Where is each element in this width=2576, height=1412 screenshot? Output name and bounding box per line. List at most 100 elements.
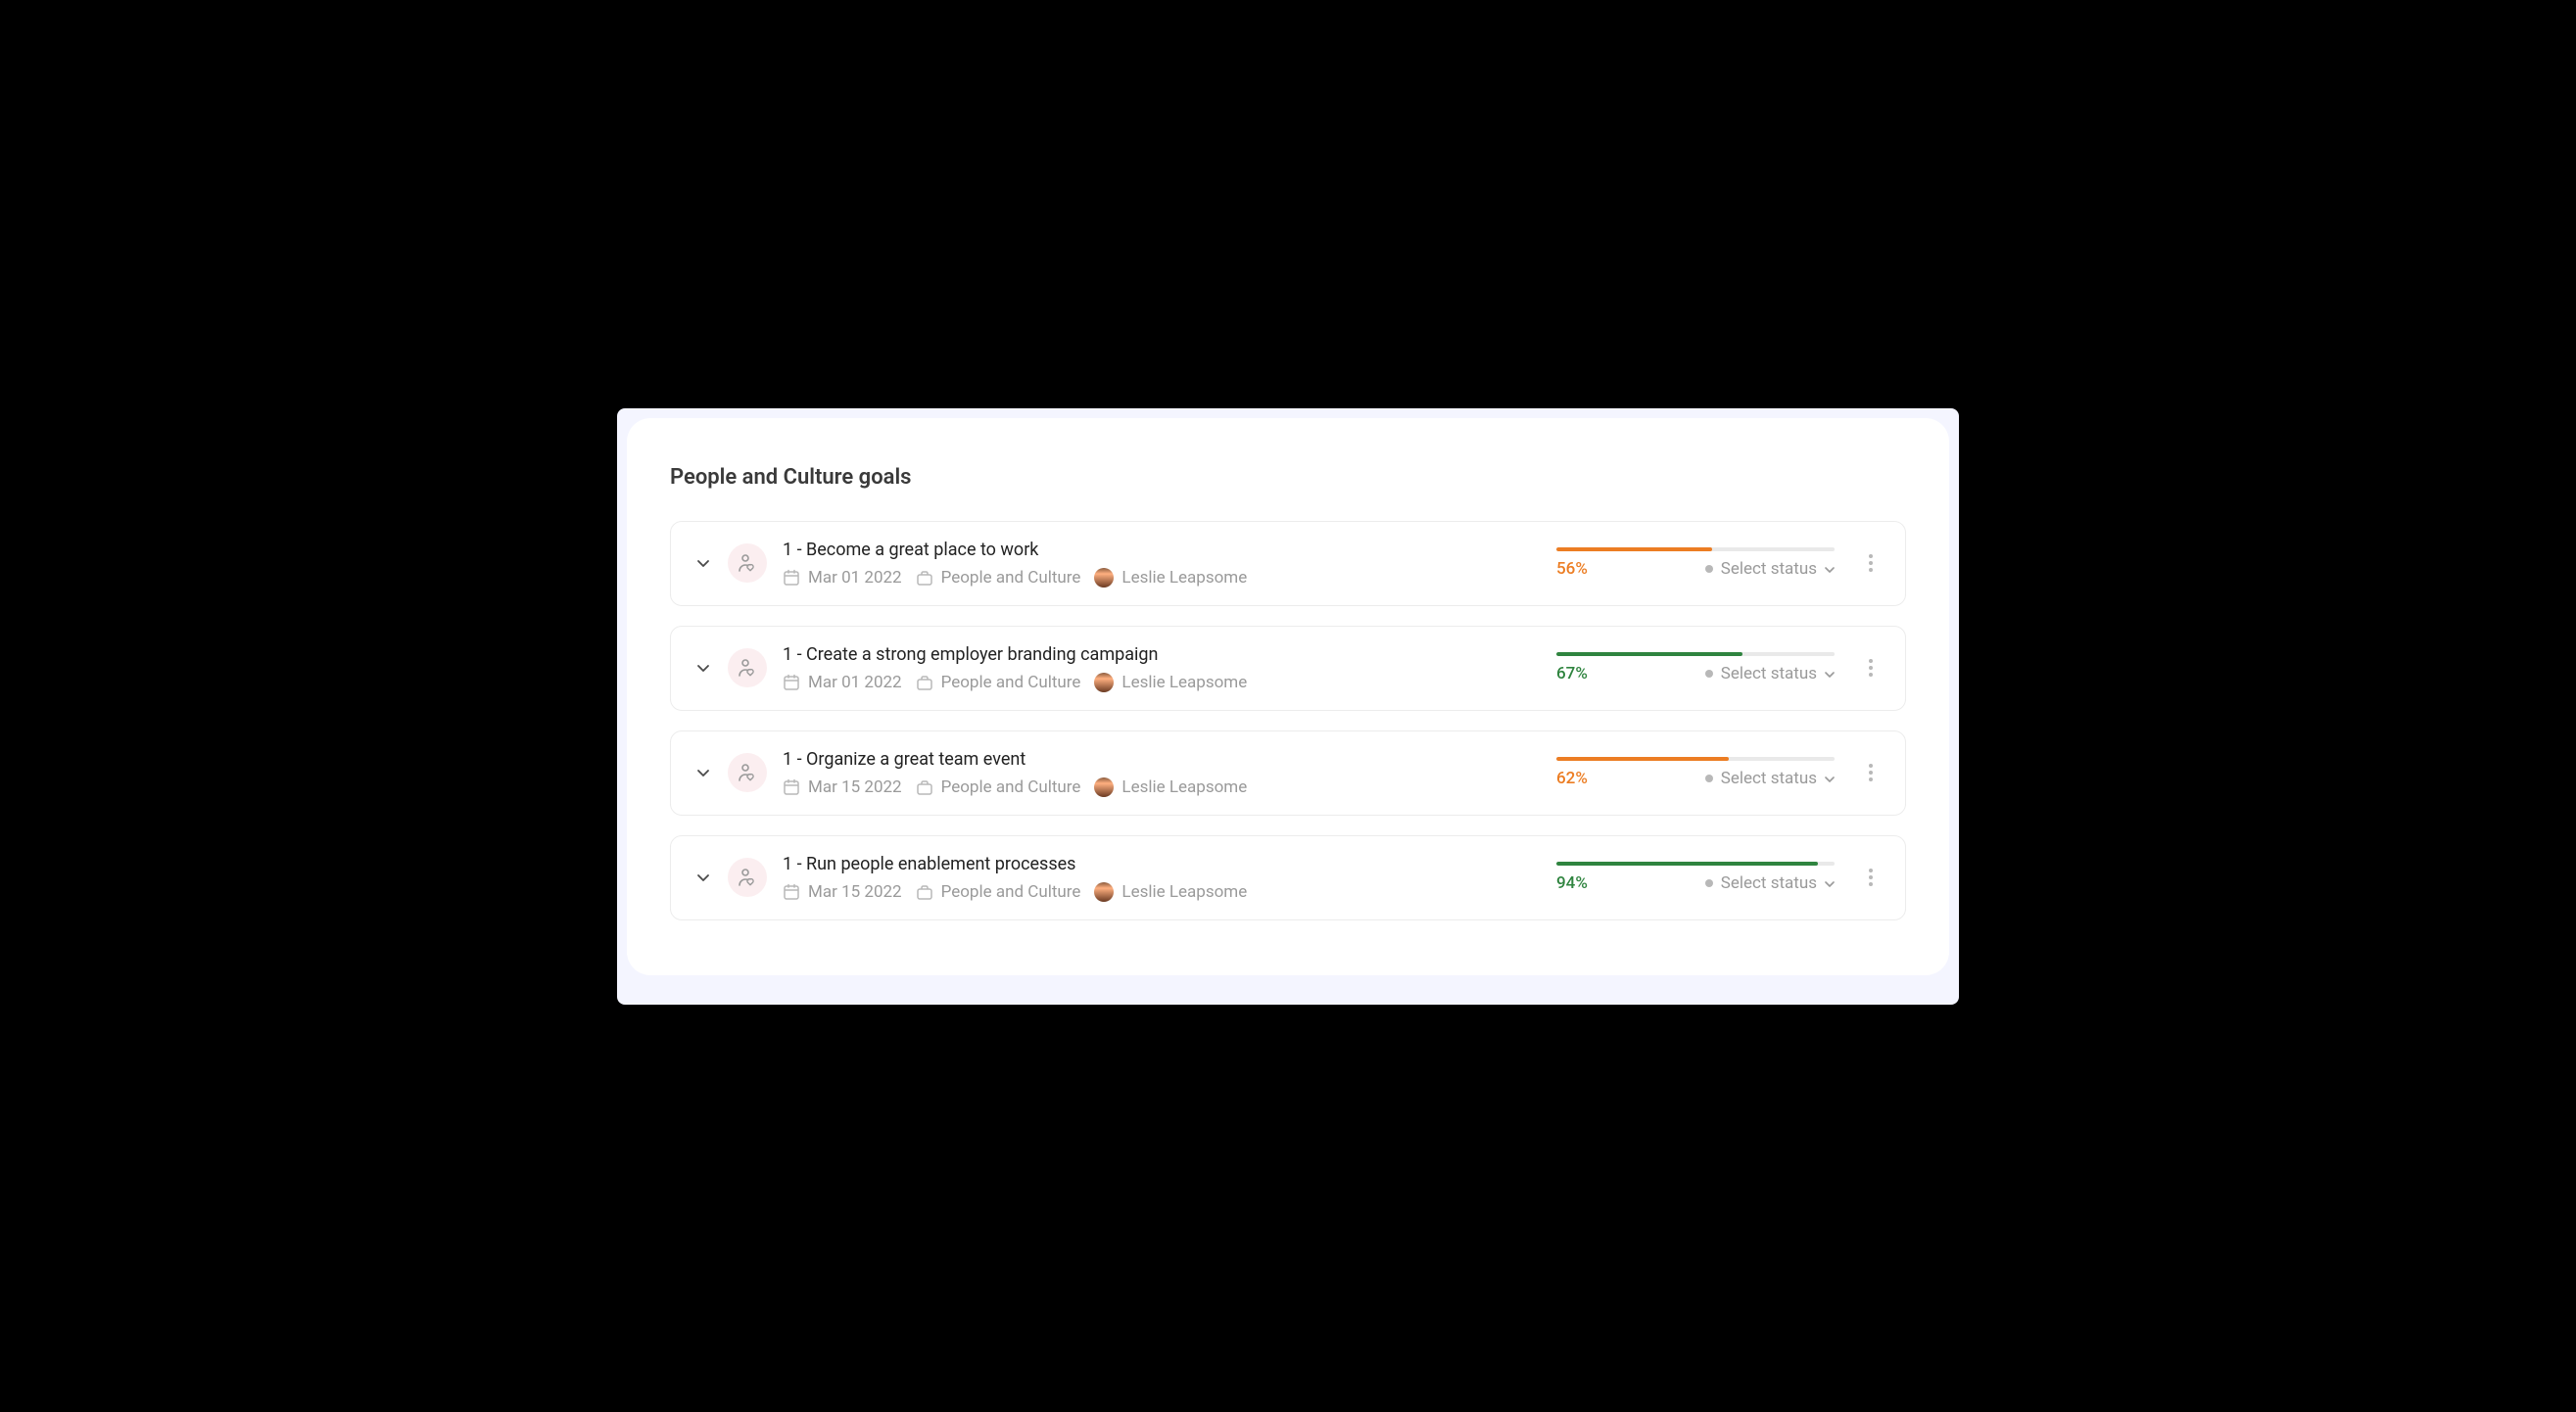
more-menu-button[interactable] <box>1860 554 1882 572</box>
goal-owner: Leslie Leapsome <box>1094 568 1247 588</box>
expand-toggle[interactable] <box>694 659 712 677</box>
progress-column: 94% Select status <box>1556 862 1835 893</box>
goal-date-text: Mar 01 2022 <box>808 673 902 692</box>
people-heart-icon <box>728 858 767 897</box>
goal-row[interactable]: 1 - Become a great place to work Mar 01 … <box>670 521 1906 606</box>
status-label: Select status <box>1721 559 1817 579</box>
progress-percent: 62% <box>1556 769 1588 788</box>
avatar <box>1094 777 1114 797</box>
briefcase-icon <box>916 569 933 587</box>
progress-column: 67% Select status <box>1556 652 1835 683</box>
goal-team-text: People and Culture <box>941 882 1081 902</box>
status-dot-icon <box>1705 670 1713 678</box>
goal-row[interactable]: 1 - Run people enablement processes Mar … <box>670 835 1906 920</box>
avatar <box>1094 673 1114 692</box>
goal-body: 1 - Organize a great team event Mar 15 2… <box>783 749 1541 797</box>
goal-owner-text: Leslie Leapsome <box>1121 882 1247 902</box>
goal-team-text: People and Culture <box>941 777 1081 797</box>
status-select[interactable]: Select status <box>1705 873 1835 893</box>
briefcase-icon <box>916 778 933 796</box>
status-dot-icon <box>1705 775 1713 782</box>
status-label: Select status <box>1721 664 1817 683</box>
goal-date: Mar 15 2022 <box>783 882 902 902</box>
calendar-icon <box>783 674 800 691</box>
calendar-icon <box>783 569 800 587</box>
goal-team: People and Culture <box>916 882 1081 902</box>
goal-date-text: Mar 01 2022 <box>808 568 902 588</box>
status-label: Select status <box>1721 769 1817 788</box>
goal-body: 1 - Become a great place to work Mar 01 … <box>783 540 1541 588</box>
progress-percent: 56% <box>1556 559 1588 579</box>
goals-card: People and Culture goals 1 - Become a gr… <box>627 418 1949 975</box>
goal-team-text: People and Culture <box>941 568 1081 588</box>
goal-owner: Leslie Leapsome <box>1094 673 1247 692</box>
progress-percent: 94% <box>1556 873 1588 893</box>
goal-date-text: Mar 15 2022 <box>808 777 902 797</box>
avatar <box>1094 882 1114 902</box>
status-select[interactable]: Select status <box>1705 664 1835 683</box>
status-label: Select status <box>1721 873 1817 893</box>
progress-fill <box>1556 757 1729 761</box>
chevron-down-icon <box>1825 878 1835 888</box>
progress-bottom: 94% Select status <box>1556 873 1835 893</box>
progress-percent: 67% <box>1556 664 1588 683</box>
chevron-down-icon <box>1825 774 1835 783</box>
goal-date: Mar 15 2022 <box>783 777 902 797</box>
progress-bottom: 56% Select status <box>1556 559 1835 579</box>
goal-team: People and Culture <box>916 673 1081 692</box>
progress-bottom: 62% Select status <box>1556 769 1835 788</box>
goal-owner: Leslie Leapsome <box>1094 777 1247 797</box>
status-select[interactable]: Select status <box>1705 769 1835 788</box>
goal-date: Mar 01 2022 <box>783 568 902 588</box>
progress-bar <box>1556 652 1835 656</box>
more-menu-button[interactable] <box>1860 659 1882 677</box>
goal-title: 1 - Organize a great team event <box>783 749 1541 770</box>
expand-toggle[interactable] <box>694 764 712 781</box>
page-title: People and Culture goals <box>670 465 1906 490</box>
goal-owner-text: Leslie Leapsome <box>1121 673 1247 692</box>
expand-toggle[interactable] <box>694 554 712 572</box>
people-heart-icon <box>728 753 767 792</box>
chevron-down-icon <box>1825 564 1835 574</box>
goal-row[interactable]: 1 - Organize a great team event Mar 15 2… <box>670 730 1906 816</box>
progress-fill <box>1556 547 1712 551</box>
progress-column: 62% Select status <box>1556 757 1835 788</box>
goal-meta: Mar 15 2022 People and Culture Leslie Le… <box>783 882 1541 902</box>
status-select[interactable]: Select status <box>1705 559 1835 579</box>
goal-team: People and Culture <box>916 777 1081 797</box>
goal-date: Mar 01 2022 <box>783 673 902 692</box>
goal-date-text: Mar 15 2022 <box>808 882 902 902</box>
more-menu-button[interactable] <box>1860 764 1882 781</box>
goal-body: 1 - Run people enablement processes Mar … <box>783 854 1541 902</box>
people-heart-icon <box>728 543 767 583</box>
progress-fill <box>1556 652 1742 656</box>
goal-owner-text: Leslie Leapsome <box>1121 568 1247 588</box>
goal-team: People and Culture <box>916 568 1081 588</box>
chevron-down-icon <box>1825 669 1835 679</box>
goal-meta: Mar 15 2022 People and Culture Leslie Le… <box>783 777 1541 797</box>
goal-body: 1 - Create a strong employer branding ca… <box>783 644 1541 692</box>
briefcase-icon <box>916 674 933 691</box>
more-menu-button[interactable] <box>1860 869 1882 886</box>
progress-bar <box>1556 862 1835 866</box>
goal-owner: Leslie Leapsome <box>1094 882 1247 902</box>
progress-column: 56% Select status <box>1556 547 1835 579</box>
calendar-icon <box>783 883 800 901</box>
goal-title: 1 - Create a strong employer branding ca… <box>783 644 1541 665</box>
goal-owner-text: Leslie Leapsome <box>1121 777 1247 797</box>
progress-bottom: 67% Select status <box>1556 664 1835 683</box>
progress-bar <box>1556 757 1835 761</box>
status-dot-icon <box>1705 565 1713 573</box>
goal-title: 1 - Run people enablement processes <box>783 854 1541 874</box>
expand-toggle[interactable] <box>694 869 712 886</box>
goal-team-text: People and Culture <box>941 673 1081 692</box>
briefcase-icon <box>916 883 933 901</box>
progress-fill <box>1556 862 1818 866</box>
people-heart-icon <box>728 648 767 687</box>
progress-bar <box>1556 547 1835 551</box>
calendar-icon <box>783 778 800 796</box>
avatar <box>1094 568 1114 588</box>
goal-row[interactable]: 1 - Create a strong employer branding ca… <box>670 626 1906 711</box>
goals-list: 1 - Become a great place to work Mar 01 … <box>670 521 1906 920</box>
app-frame: People and Culture goals 1 - Become a gr… <box>617 408 1959 1005</box>
